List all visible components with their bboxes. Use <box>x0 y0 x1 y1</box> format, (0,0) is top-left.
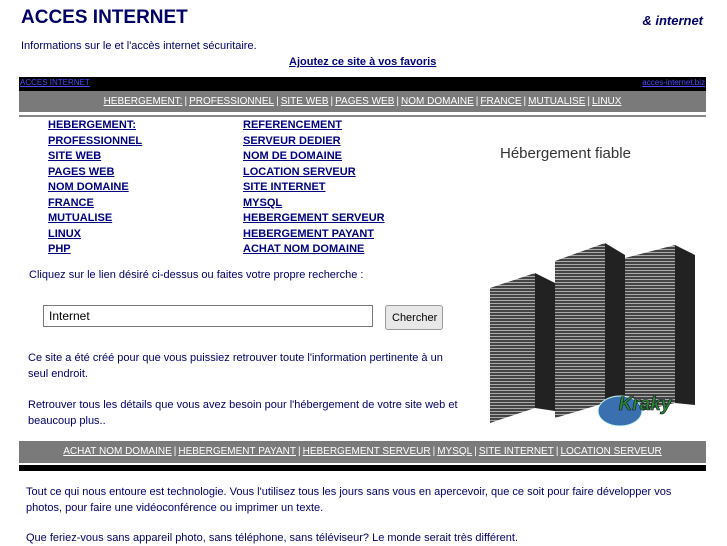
nav-link[interactable]: PAGES WEB <box>335 96 394 107</box>
category-link[interactable]: PAGES WEB <box>48 165 142 181</box>
domain-link[interactable]: acces-internet.biz <box>642 78 705 87</box>
category-link[interactable]: NOM DE DOMAINE <box>243 149 385 165</box>
ad-title: Hébergement fiable <box>500 145 631 162</box>
category-link[interactable]: ACHAT NOM DOMAINE <box>243 242 385 258</box>
top-black-bar: ACCES INTERNET acces-internet.biz <box>19 77 706 91</box>
search-prompt: Cliquez sur le lien désiré ci-dessus ou … <box>29 269 364 281</box>
category-link[interactable]: PROFESSIONNEL <box>48 134 142 150</box>
top-nav-bar: HEBERGEMENT: | PROFESSIONNEL | SITE WEB | PAGE… <box>19 91 706 112</box>
home-link[interactable]: ACCES INTERNET <box>20 78 90 87</box>
category-link[interactable]: HEBERGEMENT SERVEUR <box>243 211 385 227</box>
category-link[interactable]: MUTUALISE <box>48 211 142 227</box>
nav-separator: | <box>587 96 590 107</box>
nav-separator: | <box>396 96 400 107</box>
category-link[interactable]: REFERENCEMENT <box>243 118 385 134</box>
content-paragraph: Que feriez-vous sans appareil photo, san… <box>26 532 519 544</box>
nav-link[interactable]: MYSQL <box>437 446 472 457</box>
nav-separator: | <box>475 96 479 107</box>
site-title: ACCES INTERNET <box>21 7 188 28</box>
nav-separator: | <box>330 96 334 107</box>
nav-link[interactable]: HEBERGEMENT: <box>104 96 183 107</box>
nav-link[interactable]: SITE WEB <box>281 96 329 107</box>
nav-link[interactable]: HEBERGEMENT SERVEUR <box>303 446 431 457</box>
server-rack-image: Kraky <box>490 243 695 427</box>
nav-link[interactable]: ACHAT NOM DOMAINE <box>63 446 172 457</box>
nav-link[interactable]: MUTUALISE <box>528 96 585 107</box>
nav-link[interactable]: LOCATION SERVEUR <box>560 446 661 457</box>
divider <box>19 465 706 471</box>
search-input[interactable] <box>43 305 373 327</box>
nav-link[interactable]: FRANCE <box>480 96 521 107</box>
add-favorites-link[interactable]: Ajoutez ce site à vos favoris <box>289 56 436 68</box>
category-link[interactable]: LOCATION SERVEUR <box>243 165 385 181</box>
category-link[interactable]: SERVEUR DEDIER <box>243 134 385 150</box>
nav-separator: | <box>184 96 188 107</box>
search-button[interactable]: Chercher <box>385 305 443 330</box>
category-link[interactable]: NOM DOMAINE <box>48 180 142 196</box>
category-link[interactable]: HEBERGEMENT PAYANT <box>243 227 385 243</box>
nav-separator: | <box>297 446 301 457</box>
category-link[interactable]: MYSQL <box>243 196 385 212</box>
links-column-2: REFERENCEMENT SERVEUR DEDIER NOM DE DOMAIN… <box>243 118 385 258</box>
category-link[interactable]: HEBERGEMENT: <box>48 118 142 134</box>
nav-separator: | <box>555 446 559 457</box>
kraky-logo: Kraky <box>619 394 673 415</box>
category-link[interactable]: LINUX <box>48 227 142 243</box>
category-link[interactable]: FRANCE <box>48 196 142 212</box>
category-link[interactable]: PHP <box>48 242 142 258</box>
content-paragraph: Tout ce qui nous entoure est technologie… <box>26 486 672 514</box>
nav-link[interactable]: NOM DOMAINE <box>401 96 474 107</box>
content-paragraph: Ce site a été créé pour que vous puissie… <box>28 352 443 380</box>
category-link[interactable]: SITE INTERNET <box>243 180 385 196</box>
category-link[interactable]: SITE WEB <box>48 149 142 165</box>
nav-separator: | <box>276 96 279 107</box>
nav-link[interactable]: PROFESSIONNEL <box>189 96 274 107</box>
nav-separator: | <box>432 446 436 457</box>
nav-separator: | <box>474 446 477 457</box>
nav-separator: | <box>173 446 177 457</box>
nav-link[interactable]: HEBERGEMENT PAYANT <box>178 446 296 457</box>
intro-text: Informations sur le et l'accès internet … <box>21 40 257 52</box>
nav-link[interactable]: LINUX <box>592 96 621 107</box>
divider <box>19 115 706 117</box>
nav-link[interactable]: SITE INTERNET <box>479 446 554 457</box>
content-paragraph: Retrouver tous les détails que vous avez… <box>28 399 458 427</box>
nav-separator: | <box>523 96 527 107</box>
links-column-1: HEBERGEMENT: PROFESSIONNEL SITE WEB PAGES W… <box>48 118 142 258</box>
site-tagline: & internet <box>642 13 703 28</box>
bottom-nav-bar: ACHAT NOM DOMAINE | HEBERGEMENT PAYANT | HEB… <box>19 441 706 463</box>
